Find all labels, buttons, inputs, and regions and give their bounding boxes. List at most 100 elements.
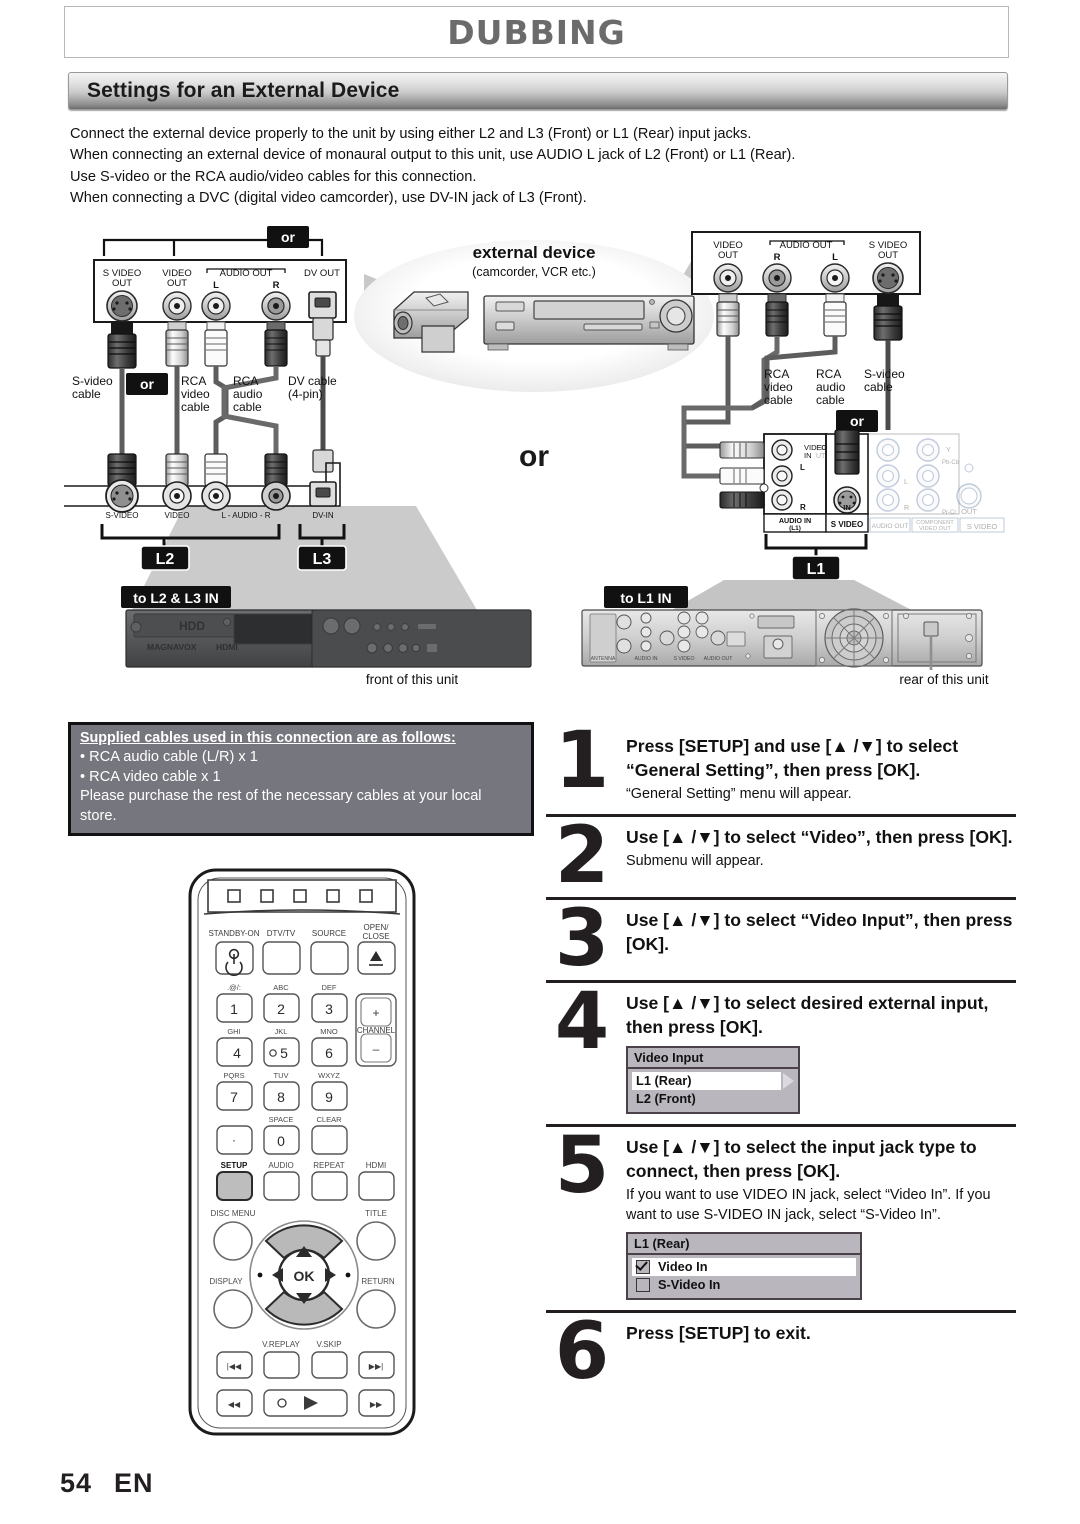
step-1-number: 1 xyxy=(554,716,610,806)
svg-text:GHI: GHI xyxy=(227,1027,240,1036)
front-unit-brand: MAGNAVOX xyxy=(147,642,197,652)
rear-unit-caption: rear of this unit xyxy=(899,672,989,687)
svg-text:AUDIO OUT: AUDIO OUT xyxy=(872,523,909,530)
svg-text:S-video: S-video xyxy=(72,374,113,388)
svg-text:cable: cable xyxy=(764,393,793,407)
step-1: 1 Press [SETUP] and use [▲ /▼] to select… xyxy=(546,722,1016,814)
svg-text:8: 8 xyxy=(277,1089,285,1105)
checkbox-unchecked-icon xyxy=(636,1278,650,1292)
svg-text:VIDEO OUT: VIDEO OUT xyxy=(919,526,951,532)
svg-text:|◀◀: |◀◀ xyxy=(227,1362,242,1371)
svg-text:DV cable: DV cable xyxy=(288,374,337,388)
svg-text:4: 4 xyxy=(233,1045,241,1061)
remote-label-v-skip: V.SKIP xyxy=(316,1340,341,1349)
svg-text:CLEAR: CLEAR xyxy=(316,1115,342,1124)
chapter-title-box: DUBBING xyxy=(64,6,1009,58)
supplied-cables-box: Supplied cables used in this connection … xyxy=(68,722,534,836)
svg-text:Pb-Cb: Pb-Cb xyxy=(942,460,960,466)
svg-text:▶▶: ▶▶ xyxy=(370,1400,383,1409)
osd-option-video-in[interactable]: Video In xyxy=(632,1258,856,1276)
svg-text:OUT: OUT xyxy=(112,278,132,289)
supplied-cable-item-1: • RCA audio cable (L/R) x 1 xyxy=(80,749,258,765)
svg-text:ED: ED xyxy=(816,445,826,452)
svg-text:R: R xyxy=(800,503,806,512)
step-5-number: 5 xyxy=(554,1121,610,1211)
svg-text:ANTENNA: ANTENNA xyxy=(591,656,616,662)
page-footer: 54 EN xyxy=(60,1468,154,1499)
svg-text:HDMI: HDMI xyxy=(216,642,238,652)
svg-text:cable: cable xyxy=(816,393,845,407)
svg-text:audio: audio xyxy=(816,380,846,394)
svg-text:S VIDEO: S VIDEO xyxy=(673,656,694,662)
to-l1-label: to L1 IN xyxy=(620,590,671,606)
svg-text:OUT: OUT xyxy=(878,250,898,261)
svg-text:OUT: OUT xyxy=(961,507,977,516)
osd-jack-type-menu: L1 (Rear) Video In S-Video In xyxy=(626,1232,862,1300)
step-3-number: 3 xyxy=(554,894,610,984)
osd-option-s-video-in[interactable]: S-Video In xyxy=(632,1276,856,1294)
intro-line-1: Connect the external device properly to … xyxy=(70,126,752,142)
page-number: 54 xyxy=(60,1468,93,1498)
remote-label-repeat: REPEAT xyxy=(313,1161,345,1170)
page-language: EN xyxy=(114,1468,154,1498)
osd-option-l2-front[interactable]: L2 (Front) xyxy=(632,1090,794,1108)
svg-text:video: video xyxy=(764,380,793,394)
svg-text:UT: UT xyxy=(816,453,826,460)
svg-text:9: 9 xyxy=(325,1089,333,1105)
section-title: Settings for an External Device xyxy=(87,79,400,102)
intro-line-2: When connecting an external device of mo… xyxy=(70,147,796,164)
or-label-left: or xyxy=(140,376,155,392)
or-label-center: or xyxy=(519,440,549,473)
svg-text:R: R xyxy=(904,505,909,512)
svg-text:JKL: JKL xyxy=(275,1027,288,1036)
svg-text:cable: cable xyxy=(233,400,262,414)
svg-text:7: 7 xyxy=(230,1089,238,1105)
svg-text:+: + xyxy=(372,1006,379,1020)
step-6: 6 Press [SETUP] to exit. xyxy=(546,1310,1016,1393)
external-device-subtitle: (camcorder, VCR etc.) xyxy=(472,265,596,279)
svg-text:AUDIO IN: AUDIO IN xyxy=(779,516,811,525)
intro-line-3: Use S-video or the RCA audio/video cable… xyxy=(70,168,477,185)
svg-text:RCA: RCA xyxy=(816,367,841,381)
svg-text:S-VIDEO: S-VIDEO xyxy=(106,511,139,520)
step-3-instruction: Use [▲ /▼] to select “Video Input”, then… xyxy=(626,910,1013,954)
step-6-number: 6 xyxy=(554,1307,610,1397)
svg-text:audio: audio xyxy=(233,387,263,401)
svg-text:1: 1 xyxy=(230,1001,238,1017)
svg-text:S VIDEO: S VIDEO xyxy=(967,522,998,531)
osd-option-l1-rear[interactable]: L1 (Rear) xyxy=(632,1072,781,1090)
remote-label-standby: STANDBY-ON xyxy=(208,929,259,938)
svg-text:AUDIO OUT: AUDIO OUT xyxy=(704,656,734,662)
supplied-cable-item-2: • RCA video cable x 1 xyxy=(80,768,221,785)
remote-label-close: CLOSE xyxy=(362,932,389,941)
svg-text:3: 3 xyxy=(325,1001,333,1017)
svg-text:OUT: OUT xyxy=(718,250,738,261)
remote-label-ok: OK xyxy=(294,1268,315,1284)
remote-label-disc-menu: DISC MENU xyxy=(211,1209,256,1218)
checkbox-checked-icon xyxy=(636,1260,650,1274)
remote-label-dtvtv: DTV/TV xyxy=(267,929,296,938)
osd-option-video-in-label: Video In xyxy=(658,1259,708,1274)
svg-text:RCA: RCA xyxy=(764,367,789,381)
step-5-note: If you want to use VIDEO IN jack, select… xyxy=(626,1187,991,1223)
svg-text:L: L xyxy=(832,252,838,263)
or-label-right: or xyxy=(850,413,865,429)
chevron-right-icon xyxy=(783,1073,794,1089)
step-1-note: “General Setting” menu will appear. xyxy=(626,786,852,802)
svg-text:TUV: TUV xyxy=(274,1071,289,1080)
svg-text:(4-pin): (4-pin) xyxy=(288,387,323,401)
step-2-instruction: Use [▲ /▼] to select “Video”, then press… xyxy=(626,827,1013,847)
step-2-note: Submenu will appear. xyxy=(626,853,764,869)
svg-text:VIDEO: VIDEO xyxy=(165,511,190,520)
step-3: 3 Use [▲ /▼] to select “Video Input”, th… xyxy=(546,897,1016,980)
osd-jack-type-title: L1 (Rear) xyxy=(628,1234,860,1255)
svg-text:IN: IN xyxy=(804,451,812,460)
osd-option-s-video-in-label: S-Video In xyxy=(658,1277,721,1292)
osd-video-input-menu: Video Input L1 (Rear) L2 (Front) xyxy=(626,1046,800,1114)
svg-text:2: 2 xyxy=(277,1001,285,1017)
remote-label-return: RETURN xyxy=(361,1277,395,1286)
remote-label-source: SOURCE xyxy=(312,929,346,938)
section-header-bar: Settings for an External Device xyxy=(68,72,1008,110)
step-1-instruction: Press [SETUP] and use [▲ /▼] to select “… xyxy=(626,736,959,780)
svg-text:(L1): (L1) xyxy=(789,525,801,532)
